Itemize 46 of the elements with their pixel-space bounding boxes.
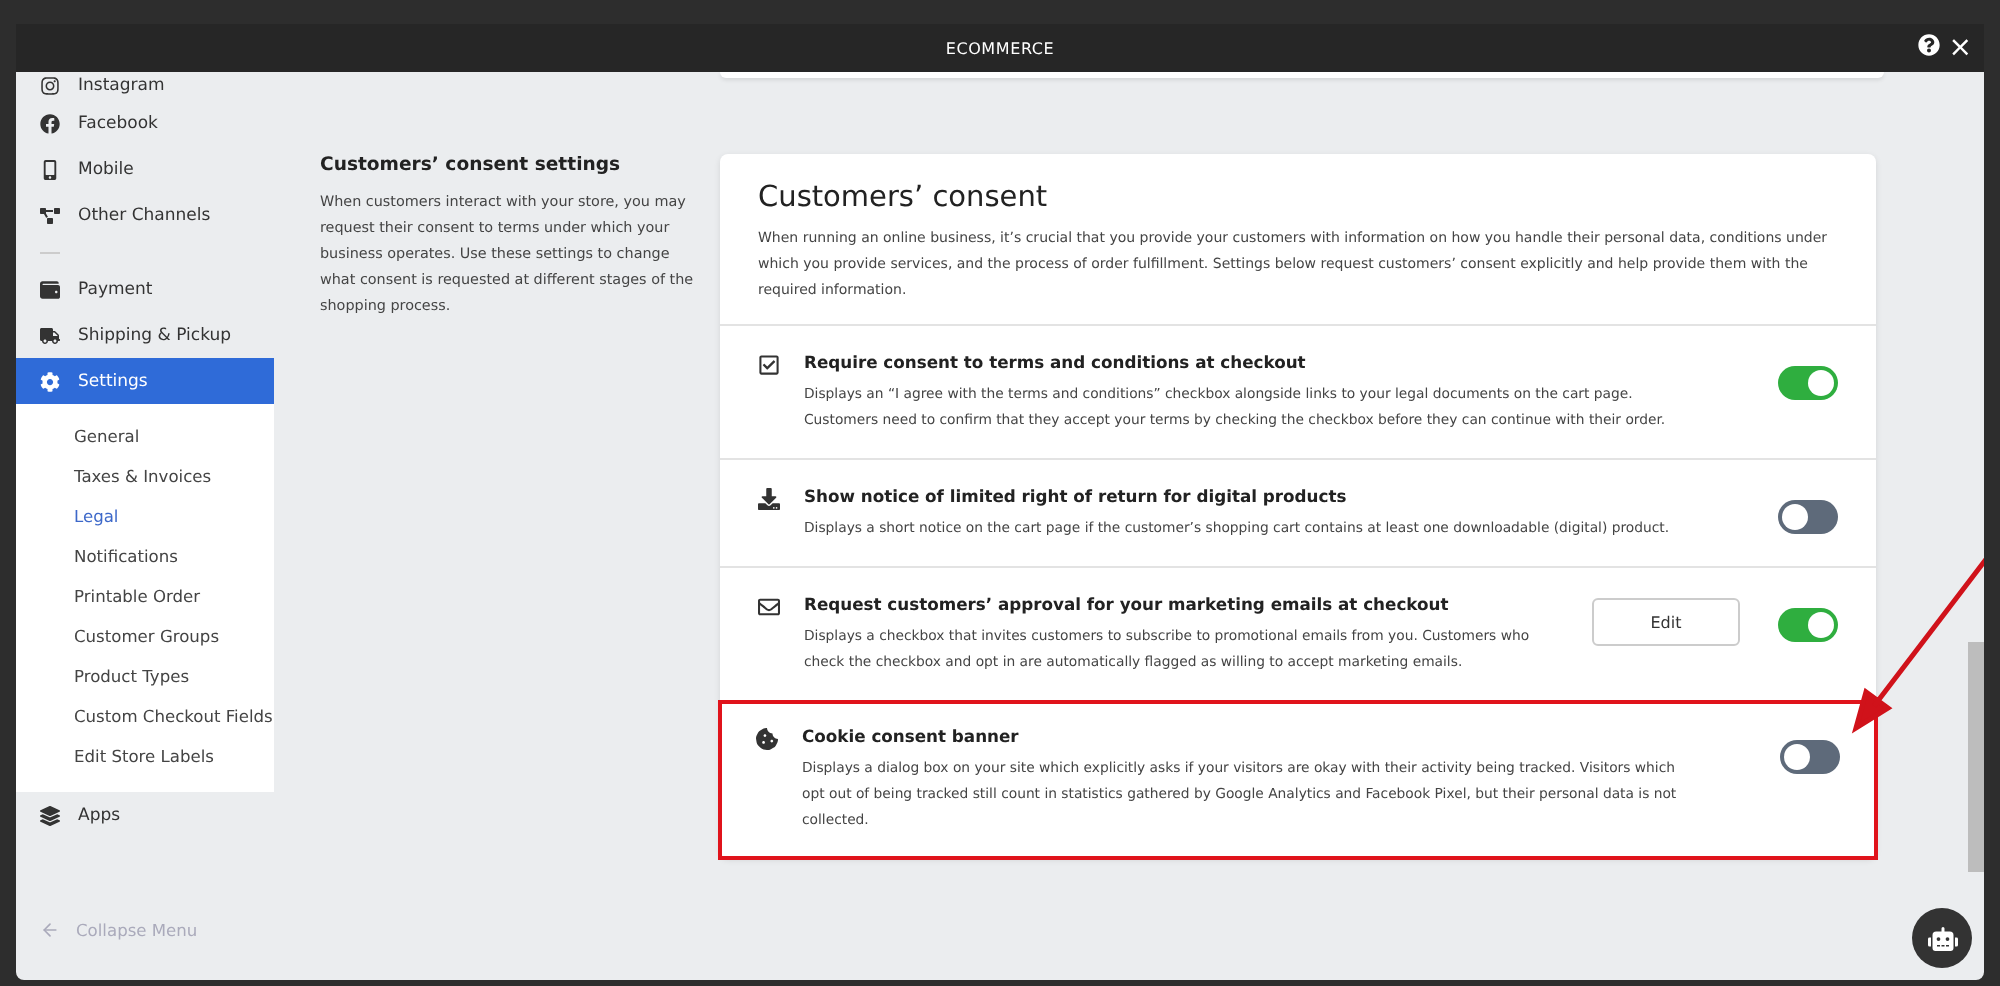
submenu-item[interactable]: Taxes & Invoices (16, 456, 274, 496)
sidebar-item[interactable]: Mobile (16, 146, 274, 192)
chat-button[interactable] (1912, 908, 1972, 968)
sidebar-item[interactable]: Facebook (16, 100, 274, 146)
settings-icon (40, 371, 60, 391)
collapse-icon (40, 920, 60, 940)
setting-title: Cookie consent banner (802, 726, 1021, 746)
submenu-item[interactable]: Customer Groups (16, 616, 274, 656)
submenu-item[interactable]: General (16, 416, 274, 456)
submenu-item[interactable]: Printable Order (16, 576, 274, 616)
submenu-item[interactable]: Custom Checkout Fields (16, 696, 274, 736)
section-title: Customers’ consent settings (320, 154, 623, 176)
submenu-item[interactable]: Edit Store Labels (16, 736, 274, 776)
camera-icon (40, 76, 60, 96)
sidebar-item[interactable]: Instagram (16, 72, 274, 100)
close-button[interactable]: × (1948, 32, 1972, 64)
cookie-icon (756, 728, 778, 750)
submenu-item[interactable]: Legal (16, 496, 274, 536)
setting-title: Request customers’ approval for your marketing emails at checkout (804, 594, 1451, 614)
edit-button[interactable]: Edit (1592, 598, 1740, 646)
setting-title: Show notice of limited right of return for digital products (804, 486, 1349, 506)
submenu-item[interactable]: Notifications (16, 536, 274, 576)
network-icon (40, 205, 60, 225)
checkbox-icon (758, 354, 780, 376)
truck-icon (40, 325, 60, 345)
toggle-switch[interactable] (1778, 500, 1838, 534)
window-title: ECOMMERCE (945, 39, 1055, 57)
facebook-icon (40, 113, 60, 133)
sidebar-item[interactable]: Other Channels (16, 192, 274, 238)
envelope-icon (758, 596, 780, 618)
phone-icon (40, 159, 60, 179)
wallet-icon (40, 279, 60, 299)
sidebar-item[interactable]: Shipping & Pickup (16, 312, 274, 358)
sidebar-item[interactable]: Apps (16, 792, 274, 838)
setting-title: Require consent to terms and conditions at checkout (804, 352, 1308, 372)
sidebar-item[interactable]: Payment (16, 266, 274, 312)
layers-icon (40, 805, 60, 825)
toggle-switch[interactable] (1778, 366, 1838, 400)
download-icon (758, 488, 780, 510)
submenu-item[interactable]: Product Types (16, 656, 274, 696)
robot-icon (1927, 923, 1957, 953)
card-title: Customers’ consent (758, 182, 1050, 214)
scrollbar[interactable] (1968, 642, 1984, 872)
toggle-switch[interactable] (1778, 608, 1838, 642)
toggle-switch[interactable] (1780, 740, 1840, 774)
sidebar-item[interactable]: Settings (16, 358, 274, 404)
